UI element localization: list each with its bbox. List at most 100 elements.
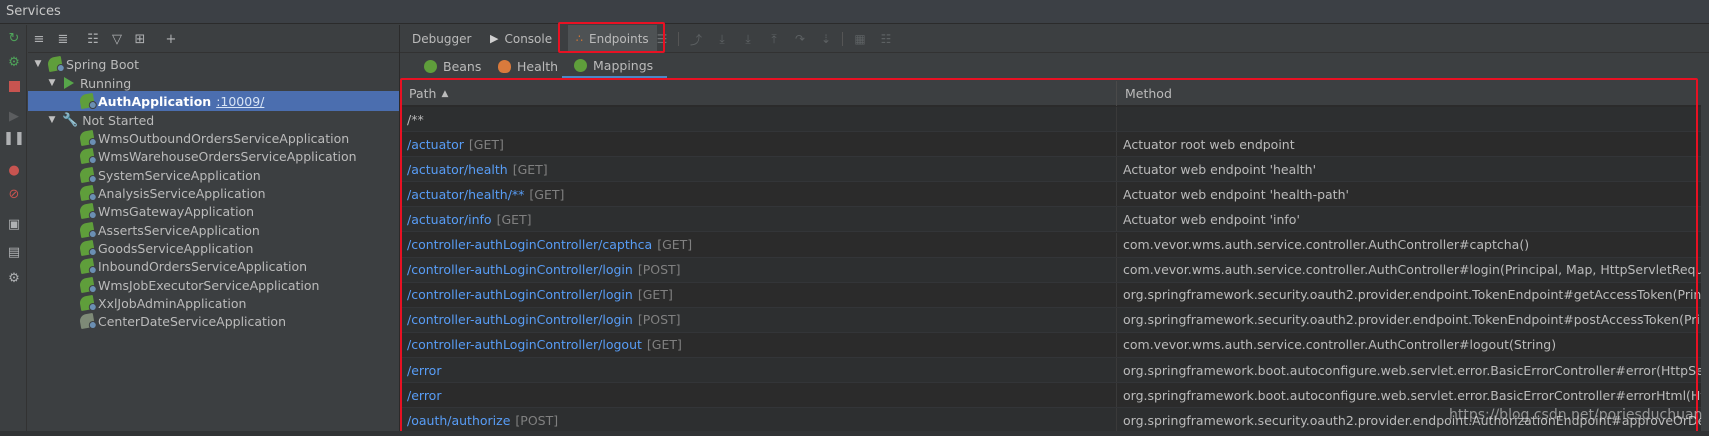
tree-node-app[interactable]: CenterDateServiceApplication [28, 311, 399, 331]
toolbar-separator [678, 32, 679, 46]
add-icon[interactable]: + [162, 30, 180, 48]
table-row[interactable]: /controller-authLoginController/capthca [… [401, 232, 1701, 258]
column-header-method[interactable]: Method [1117, 81, 1701, 106]
path-link[interactable]: /controller-authLoginController/login [407, 312, 633, 327]
path-link[interactable]: /actuator/health [407, 162, 508, 177]
port-link[interactable]: :10009/ [216, 94, 264, 109]
tree-node-app[interactable]: SystemServiceApplication [28, 165, 399, 185]
path-link[interactable]: /actuator [407, 137, 464, 152]
pause-icon[interactable]: ❚❚ [3, 129, 25, 147]
cell-method: Actuator web endpoint 'health' [1123, 161, 1317, 177]
path-link[interactable]: /error [407, 388, 441, 403]
table-row[interactable]: /error org.springframework.boot.autoconfi… [401, 383, 1701, 409]
tree-node-label: SystemServiceApplication [98, 167, 261, 183]
table-row[interactable]: /actuator/health [GET] Actuator web endpoi… [401, 157, 1701, 183]
tree-node-label: AuthApplication [98, 93, 212, 109]
tree-node-app[interactable]: AnalysisServiceApplication [28, 183, 399, 203]
subtab-label: Mappings [593, 57, 654, 73]
refresh-icon[interactable]: ↻ [5, 29, 23, 47]
tree-node-app[interactable]: WmsWarehouseOrdersServiceApplication [28, 146, 399, 166]
column-header-path[interactable]: Path ▲ [401, 81, 1117, 106]
cell-path: /actuator/info [GET] [401, 207, 1117, 232]
tree-node-app[interactable]: XxlJobAdminApplication [28, 293, 399, 313]
expand-arrow-icon[interactable]: ▼ [46, 78, 58, 88]
path-link[interactable]: /oauth/authorize [407, 413, 510, 428]
spring-app-icon [78, 312, 96, 330]
tree-node-app[interactable]: InboundOrdersServiceApplication [28, 256, 399, 276]
tree-node-label: AnalysisServiceApplication [98, 185, 266, 201]
tree-node-app[interactable]: AssertsServiceApplication [28, 220, 399, 240]
table-row[interactable]: /actuator/info [GET] Actuator web endpoint… [401, 207, 1701, 233]
path-link[interactable]: /controller-authLoginController/login [407, 262, 633, 277]
deploy-icon[interactable]: ⚙ [5, 53, 23, 71]
path-link[interactable]: /** [407, 112, 424, 127]
tree-node-label: WmsWarehouseOrdersServiceApplication [98, 148, 357, 164]
tree-node-app[interactable]: WmsGatewayApplication [28, 201, 399, 221]
http-verb: [GET] [657, 237, 693, 252]
cell-path: /actuator [GET] [401, 132, 1117, 157]
panel-splitter[interactable] [399, 25, 400, 431]
mute-breakpoints-icon[interactable]: ⊘ [5, 185, 23, 203]
expand-all-icon[interactable]: ≡ [30, 30, 48, 48]
tree-node-running[interactable]: ▼ Running [28, 73, 399, 93]
path-link[interactable]: /controller-authLoginController/capthca [407, 237, 652, 252]
spring-app-icon [78, 221, 96, 239]
tree-node-auth-application[interactable]: AuthApplication :10009/ [28, 91, 399, 111]
path-link[interactable]: /error [407, 363, 441, 378]
camera-icon[interactable]: ▣ [5, 215, 23, 233]
tab-debugger[interactable]: Debugger [412, 25, 471, 52]
table-icon[interactable]: ▦ [852, 31, 868, 47]
filter-icon[interactable]: ▽ [108, 30, 126, 48]
path-link[interactable]: /actuator/health/** [407, 187, 524, 202]
collapse-all-icon[interactable]: ≣ [54, 30, 72, 48]
settings-list-icon[interactable]: ☷ [878, 31, 894, 47]
spring-app-icon [78, 92, 96, 110]
table-row[interactable]: /** [401, 107, 1701, 132]
table-row[interactable]: /controller-authLoginController/logout [G… [401, 332, 1701, 358]
table-row[interactable]: /actuator/health/** [GET] Actuator web end… [401, 182, 1701, 208]
cell-path: /controller-authLoginController/logout [G… [401, 332, 1117, 357]
cell-path: /actuator/health [GET] [401, 157, 1117, 182]
layout-icon[interactable]: ▤ [5, 243, 23, 261]
settings-icon[interactable]: ⚙ [5, 269, 23, 287]
cell-path: /controller-authLoginController/login [GE… [401, 282, 1117, 307]
table-row[interactable]: /controller-authLoginController/login [PO… [401, 257, 1701, 283]
breakpoints-icon[interactable]: ● [5, 161, 23, 179]
step-out-icon[interactable]: ⤒ [766, 31, 782, 47]
new-window-icon[interactable]: ⊞ [131, 30, 149, 48]
stop-icon[interactable] [5, 77, 23, 95]
resume-icon[interactable]: ▶ [5, 107, 23, 125]
tab-console[interactable]: ▶︎ Console [490, 25, 552, 52]
show-execution-point-icon[interactable]: ⤴ [688, 31, 704, 47]
tree-node-app[interactable]: WmsJobExecutorServiceApplication [28, 275, 399, 295]
path-link[interactable]: /actuator/info [407, 212, 492, 227]
force-step-icon[interactable]: ⇣ [818, 31, 834, 47]
wrench-icon: 🔧 [62, 112, 79, 128]
step-over-icon[interactable]: ⤓ [714, 31, 730, 47]
path-link[interactable]: /controller-authLoginController/logout [407, 337, 642, 352]
spring-app-icon [78, 276, 96, 294]
list-icon[interactable]: ☰ [654, 31, 670, 47]
tree-node-app[interactable]: WmsOutboundOrdersServiceApplication [28, 128, 399, 148]
table-row[interactable]: /controller-authLoginController/login [PO… [401, 307, 1701, 333]
expand-arrow-icon[interactable]: ▼ [46, 115, 58, 125]
tree-node-label: CenterDateServiceApplication [98, 313, 286, 329]
table-row[interactable]: /controller-authLoginController/login [GE… [401, 282, 1701, 308]
cell-path: /controller-authLoginController/login [PO… [401, 307, 1117, 332]
subtab-mappings[interactable]: Mappings [562, 54, 668, 79]
tab-endpoints[interactable]: ∴ Endpoints [568, 25, 657, 52]
tree-node-spring-boot[interactable]: ▼ Spring Boot [28, 54, 399, 74]
bottom-strip [0, 431, 1709, 436]
group-icon[interactable]: ☷ [84, 30, 102, 48]
tree-node-not-started[interactable]: ▼ 🔧 Not Started [28, 110, 399, 130]
cell-method: org.springframework.security.oauth2.prov… [1123, 312, 1701, 328]
step-into-icon[interactable]: ⤓ [740, 31, 756, 47]
subtab-health[interactable]: Health [498, 54, 558, 79]
tree-node-app[interactable]: GoodsServiceApplication [28, 238, 399, 258]
expand-arrow-icon[interactable]: ▼ [32, 59, 44, 69]
table-row[interactable]: /actuator [GET] Actuator root web endpoint [401, 132, 1701, 158]
run-to-cursor-icon[interactable]: ↷ [792, 31, 808, 47]
path-link[interactable]: /controller-authLoginController/login [407, 287, 633, 302]
subtab-beans[interactable]: Beans [424, 54, 481, 79]
table-row[interactable]: /error org.springframework.boot.autoconfi… [401, 358, 1701, 383]
